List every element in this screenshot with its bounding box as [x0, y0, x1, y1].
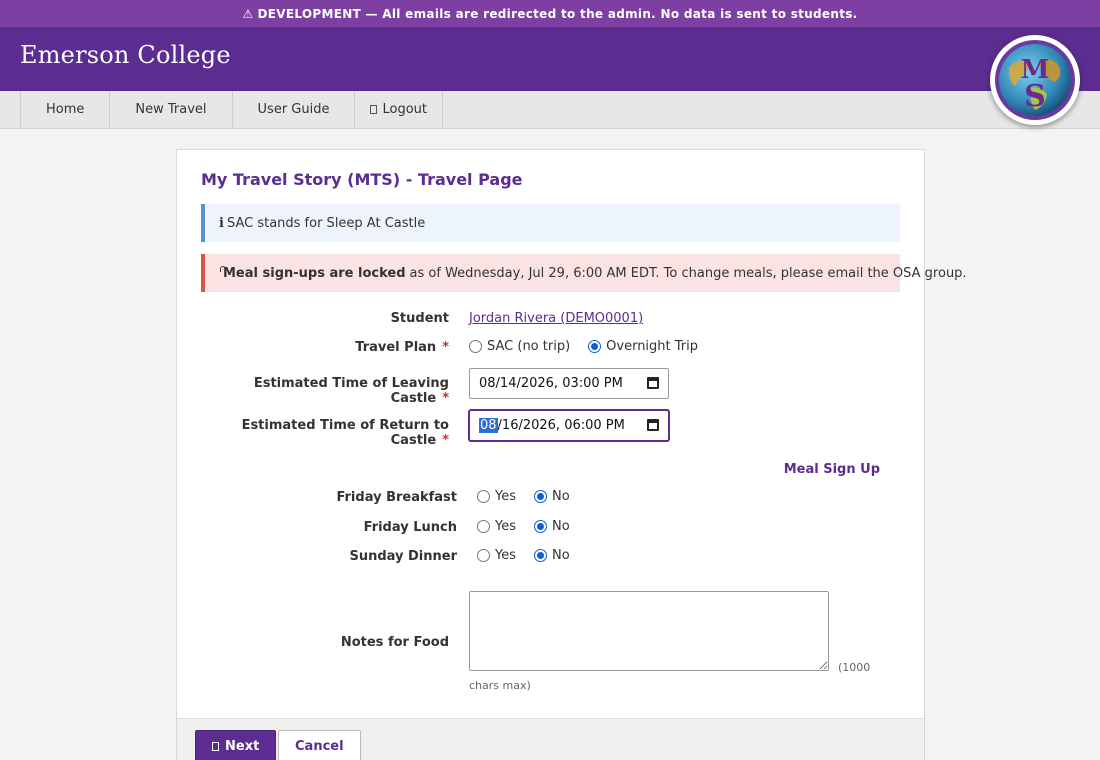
info-alert-text: SAC stands for Sleep At Castle: [226, 215, 426, 231]
meal-label-sunday-dinner: Sunday Dinner: [349, 549, 457, 564]
calendar-icon[interactable]: [647, 377, 659, 389]
travel-form-card: My Travel Story (MTS) - Travel Page i SA…: [176, 149, 967, 760]
friday-breakfast-no[interactable]: No: [534, 489, 570, 504]
return-label: Estimated Time of Return to Castle *: [201, 418, 449, 448]
nav-logout[interactable]: Logout: [354, 91, 443, 128]
chars-hint-a: (1000: [838, 661, 871, 674]
travel-plan-radio-group: SAC (no trip) Overnight Trip: [469, 339, 716, 354]
yes-label: Yes: [495, 489, 516, 504]
return-datetime-selected-segment: 08: [479, 418, 498, 433]
friday-breakfast-yes[interactable]: Yes: [477, 489, 516, 504]
next-button[interactable]: Next: [195, 730, 277, 760]
student-label: Student: [390, 311, 449, 326]
yes-label: Yes: [495, 519, 516, 534]
friday-breakfast-yes-radio[interactable]: [477, 490, 490, 503]
required-mark: *: [442, 391, 449, 406]
leaving-label-text: Estimated Time of Leaving Castle: [253, 376, 449, 406]
travel-plan-sac-label: SAC (no trip): [487, 339, 571, 354]
nav-user-guide[interactable]: User Guide: [231, 91, 355, 128]
chars-hint-b: chars max): [469, 679, 531, 692]
dev-banner-text: DEVELOPMENT — All emails are redirected …: [257, 6, 858, 21]
info-icon: i: [219, 215, 224, 231]
meal-radio-friday-lunch: Yes No: [477, 519, 588, 534]
meal-signup-heading: Meal Sign Up: [783, 462, 880, 477]
info-alert: i SAC stands for Sleep At Castle: [201, 204, 900, 242]
svg-text:S: S: [1024, 79, 1046, 114]
no-label: No: [552, 519, 570, 534]
travel-plan-overnight-radio[interactable]: [588, 340, 602, 353]
yes-label: Yes: [495, 548, 516, 563]
next-button-label: Next: [225, 738, 260, 754]
friday-lunch-no-radio[interactable]: [534, 520, 547, 533]
travel-plan-label: Travel Plan *: [201, 340, 449, 355]
locked-alert-text: as of Wednesday, Jul 29, 6:00 AM EDT. To…: [409, 265, 967, 281]
locked-alert: Meal sign-ups are locked as of Wednesday…: [201, 254, 967, 292]
travel-plan-overnight-label: Overnight Trip: [606, 339, 699, 354]
leaving-datetime-value: 08/14/2026, 03:00 PM: [479, 376, 623, 391]
leaving-datetime-input[interactable]: 08/14/2026, 03:00 PM: [469, 368, 669, 399]
friday-lunch-no[interactable]: No: [534, 519, 570, 534]
return-datetime-input[interactable]: 08/16/2026, 06:00 PM: [469, 410, 669, 441]
required-mark: *: [442, 433, 449, 448]
logout-icon: [370, 105, 378, 114]
meal-radio-sunday-dinner: Yes No: [477, 548, 588, 563]
next-icon: [212, 741, 219, 751]
nav-logout-label: Logout: [382, 102, 427, 117]
nav-home[interactable]: Home: [20, 91, 109, 128]
sunday-dinner-no-radio[interactable]: [534, 549, 547, 562]
sunday-dinner-no[interactable]: No: [534, 548, 570, 563]
no-label: No: [552, 548, 570, 563]
calendar-icon[interactable]: [647, 419, 659, 431]
travel-plan-overnight-option[interactable]: Overnight Trip: [588, 339, 698, 354]
student-link[interactable]: Jordan Rivera (DEMO0001): [469, 311, 643, 326]
friday-breakfast-no-radio[interactable]: [534, 490, 547, 503]
notes-label: Notes for Food: [340, 635, 449, 650]
return-label-text: Estimated Time of Return to Castle: [241, 418, 449, 448]
meal-radio-friday-breakfast: Yes No: [477, 489, 588, 504]
dev-banner: ⚠ DEVELOPMENT — All emails are redirecte…: [0, 0, 1100, 27]
leaving-label: Estimated Time of Leaving Castle *: [201, 376, 449, 406]
notes-textarea[interactable]: [469, 591, 829, 671]
mts-globe-logo-icon: M S: [990, 35, 1080, 125]
no-label: No: [552, 489, 570, 504]
warning-icon: ⚠: [242, 6, 254, 21]
brand-name: Emerson College: [20, 41, 231, 69]
travel-plan-sac-option[interactable]: SAC (no trip): [469, 339, 570, 354]
locked-alert-title: Meal sign-ups are locked: [223, 265, 406, 281]
travel-plan-sac-radio[interactable]: [469, 340, 482, 353]
sunday-dinner-yes-radio[interactable]: [477, 549, 490, 562]
main-nav: Home New Travel User Guide Logout: [0, 91, 1100, 129]
page-title: My Travel Story (MTS) - Travel Page: [201, 170, 523, 189]
required-mark: *: [442, 340, 449, 355]
cancel-button[interactable]: Cancel: [278, 730, 361, 760]
site-header: Emerson College M S: [0, 27, 1100, 125]
return-datetime-value: /16/2026, 06:00 PM: [497, 418, 625, 433]
meal-label-friday-lunch: Friday Lunch: [363, 520, 457, 535]
friday-lunch-yes[interactable]: Yes: [477, 519, 516, 534]
nav-new-travel[interactable]: New Travel: [109, 91, 231, 128]
travel-plan-label-text: Travel Plan: [355, 340, 437, 355]
sunday-dinner-yes[interactable]: Yes: [477, 548, 516, 563]
meal-label-friday-breakfast: Friday Breakfast: [336, 490, 457, 505]
form-actions-bar: Next Cancel: [177, 718, 924, 760]
friday-lunch-yes-radio[interactable]: [477, 520, 490, 533]
